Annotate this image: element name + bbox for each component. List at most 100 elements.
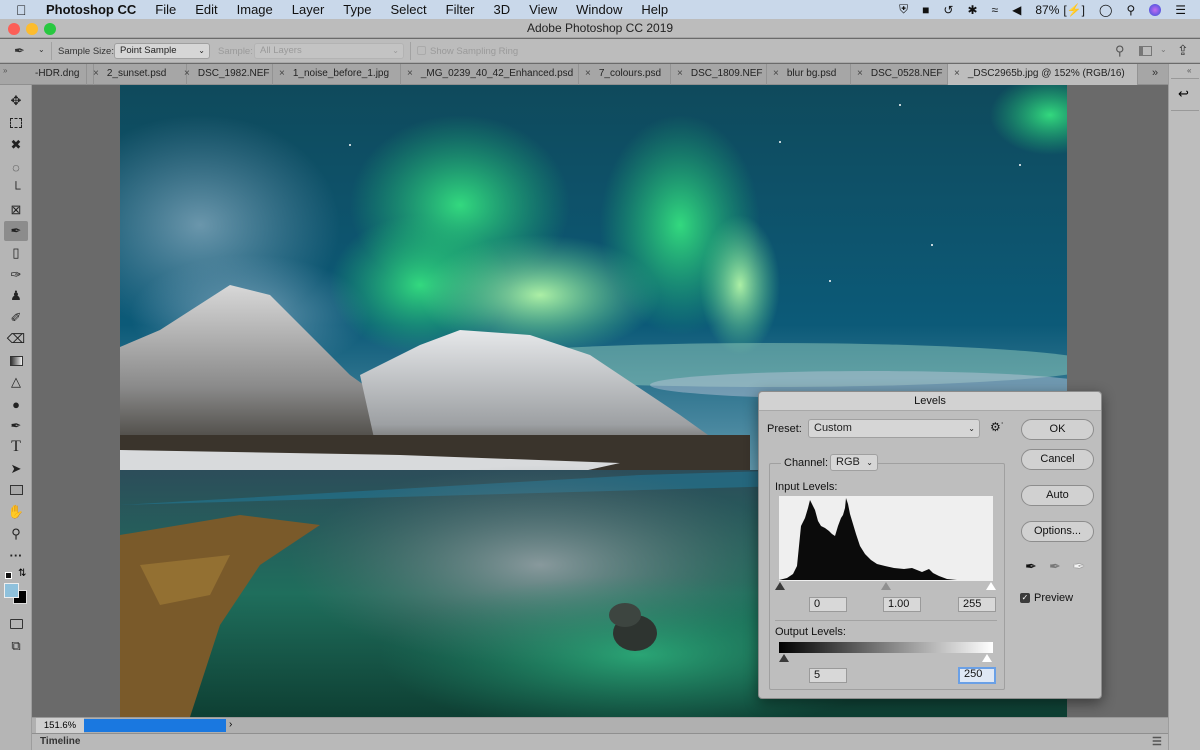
shield-icon[interactable]: ⛨ — [899, 2, 908, 17]
output-white-slider[interactable] — [982, 654, 992, 662]
screen-mode-icon[interactable]: ⧉ — [4, 636, 28, 656]
more-tools-icon[interactable]: ··· — [4, 545, 28, 565]
menu-image[interactable]: Image — [237, 2, 273, 17]
menu-layer[interactable]: Layer — [292, 2, 325, 17]
frame-tool-icon[interactable]: ⊠ — [4, 200, 28, 220]
siri-icon[interactable] — [1149, 3, 1162, 16]
zoom-level[interactable]: 151.6% — [36, 718, 84, 733]
move-tool-icon[interactable]: ✥ — [4, 91, 28, 111]
close-tab-icon[interactable]: × — [857, 68, 863, 79]
default-colors-icon[interactable] — [5, 572, 12, 579]
output-white-field[interactable]: 250 — [958, 667, 996, 684]
time-machine-icon[interactable]: ↺ — [943, 3, 953, 17]
collapse-panels-icon[interactable]: « — [1187, 66, 1191, 75]
type-tool-icon[interactable]: T — [4, 437, 28, 457]
input-black-slider[interactable] — [775, 582, 785, 590]
ok-button[interactable]: OK — [1021, 419, 1094, 440]
chevron-down-icon[interactable]: ⌄ — [38, 45, 45, 54]
input-black-field[interactable]: 0 — [809, 597, 847, 612]
menu-help[interactable]: Help — [641, 2, 668, 17]
auto-button[interactable]: Auto — [1021, 485, 1094, 506]
menu-3d[interactable]: 3D — [494, 2, 511, 17]
input-gamma-field[interactable]: 1.00 — [883, 597, 921, 612]
close-tab-icon[interactable]: × — [585, 68, 591, 79]
eyedropper-preset-icon[interactable]: ✒ — [14, 43, 25, 59]
close-tab-icon[interactable]: × — [93, 68, 99, 79]
input-white-field[interactable]: 255 — [958, 597, 996, 612]
search-icon[interactable]: ⚲ — [1115, 43, 1125, 59]
white-point-eyedropper-icon[interactable]: ✒ — [1073, 558, 1085, 575]
sample-select[interactable]: All Layers ⌄ — [254, 43, 404, 59]
rectangle-tool-icon[interactable] — [4, 480, 28, 500]
minimize-window-button[interactable] — [26, 23, 38, 35]
clock-icon[interactable]: ◯ — [1099, 3, 1112, 17]
marquee-tool-icon[interactable] — [4, 113, 28, 133]
eyedropper-tool-icon[interactable]: ✒ — [4, 221, 28, 241]
healing-brush-tool-icon[interactable]: ▯ — [4, 243, 28, 263]
tab-document[interactable]: × DSC_1809.NEF — [671, 64, 767, 85]
tab-document[interactable]: × 1_noise_before_1.jpg — [273, 64, 401, 85]
cancel-button[interactable]: Cancel — [1021, 449, 1094, 470]
menu-edit[interactable]: Edit — [195, 2, 217, 17]
hand-tool-icon[interactable]: ✋ — [4, 502, 28, 522]
tab-document[interactable]: -HDR.dng — [29, 64, 94, 85]
zoom-window-button[interactable] — [44, 23, 56, 35]
sample-size-select[interactable]: Point Sample ⌄ — [114, 43, 210, 59]
tab-document[interactable]: × blur bg.psd — [767, 64, 851, 85]
channel-select[interactable]: RGB ⌄ — [830, 454, 878, 471]
volume-icon[interactable]: ◀ — [1012, 3, 1021, 17]
close-tab-icon[interactable]: × — [954, 68, 960, 79]
wifi-icon[interactable]: ≈ — [992, 3, 999, 17]
input-white-slider[interactable] — [986, 582, 996, 590]
more-tabs-icon[interactable]: » — [1152, 67, 1158, 79]
output-black-field[interactable]: 5 — [809, 668, 847, 683]
black-point-eyedropper-icon[interactable]: ✒ — [1025, 558, 1037, 575]
battery-icon[interactable]: [⚡] — [1063, 3, 1085, 17]
menu-window[interactable]: Window — [576, 2, 622, 17]
lasso-tool-icon[interactable]: ✖ — [4, 135, 28, 155]
apple-icon[interactable]:  — [16, 2, 30, 18]
close-tab-icon[interactable]: × — [184, 68, 190, 79]
crop-tool-icon[interactable]: └ — [4, 178, 28, 198]
close-tab-icon[interactable]: × — [773, 68, 779, 79]
brush-tool-icon[interactable]: ✑ — [4, 265, 28, 285]
tab-document-active[interactable]: × _DSC2965b.jpg @ 152% (RGB/16) — [948, 64, 1138, 85]
gray-point-eyedropper-icon[interactable]: ✒ — [1049, 558, 1061, 575]
collapse-toolbar-icon[interactable]: » — [3, 66, 7, 75]
output-black-slider[interactable] — [779, 654, 789, 662]
tab-document[interactable]: × 2_sunset.psd — [86, 64, 187, 85]
app-menu[interactable]: Photoshop CC — [46, 2, 136, 17]
close-tab-icon[interactable]: × — [407, 68, 413, 79]
chevron-down-icon[interactable]: ⌄ — [1160, 45, 1167, 54]
document-info-bar[interactable] — [84, 719, 226, 732]
menu-type[interactable]: Type — [343, 2, 371, 17]
notification-center-icon[interactable]: ☰ — [1175, 3, 1186, 17]
preset-options-gear-icon[interactable]: ⚙˙ — [990, 420, 1005, 434]
menu-view[interactable]: View — [529, 2, 557, 17]
tab-document[interactable]: × 7_colours.psd — [579, 64, 671, 85]
zoom-tool-icon[interactable]: ⚲ — [4, 524, 28, 544]
quick-mask-icon[interactable] — [4, 614, 28, 634]
blur-tool-icon[interactable]: △ — [4, 372, 28, 392]
foreground-color-swatch[interactable] — [4, 583, 19, 598]
quick-select-tool-icon[interactable]: ◌ — [4, 157, 28, 177]
menu-file[interactable]: File — [155, 2, 176, 17]
close-tab-icon[interactable]: × — [279, 68, 285, 79]
timeline-tab[interactable]: Timeline — [40, 736, 80, 747]
clone-stamp-tool-icon[interactable]: ♟ — [4, 286, 28, 306]
tab-document[interactable]: × _MG_0239_40_42_Enhanced.psd — [401, 64, 579, 85]
dodge-tool-icon[interactable]: ● — [4, 394, 28, 414]
input-gamma-slider[interactable] — [881, 582, 891, 590]
preview-checkbox[interactable]: ✓ — [1020, 593, 1030, 603]
close-window-button[interactable] — [8, 23, 20, 35]
menu-filter[interactable]: Filter — [446, 2, 475, 17]
history-panel-icon[interactable]: ↩ — [1178, 86, 1189, 102]
chevron-right-icon[interactable]: › — [229, 719, 232, 730]
workspace-icon[interactable] — [1139, 46, 1152, 56]
pen-tool-icon[interactable]: ✒ — [4, 416, 28, 436]
tab-document[interactable]: × DSC_1982.NEF — [178, 64, 273, 85]
spotlight-icon[interactable]: ⚲ — [1126, 3, 1135, 17]
gradient-tool-icon[interactable] — [4, 351, 28, 371]
panel-menu-icon[interactable]: ☰ — [1152, 735, 1162, 748]
preset-select[interactable]: Custom ⌄ — [808, 419, 980, 438]
